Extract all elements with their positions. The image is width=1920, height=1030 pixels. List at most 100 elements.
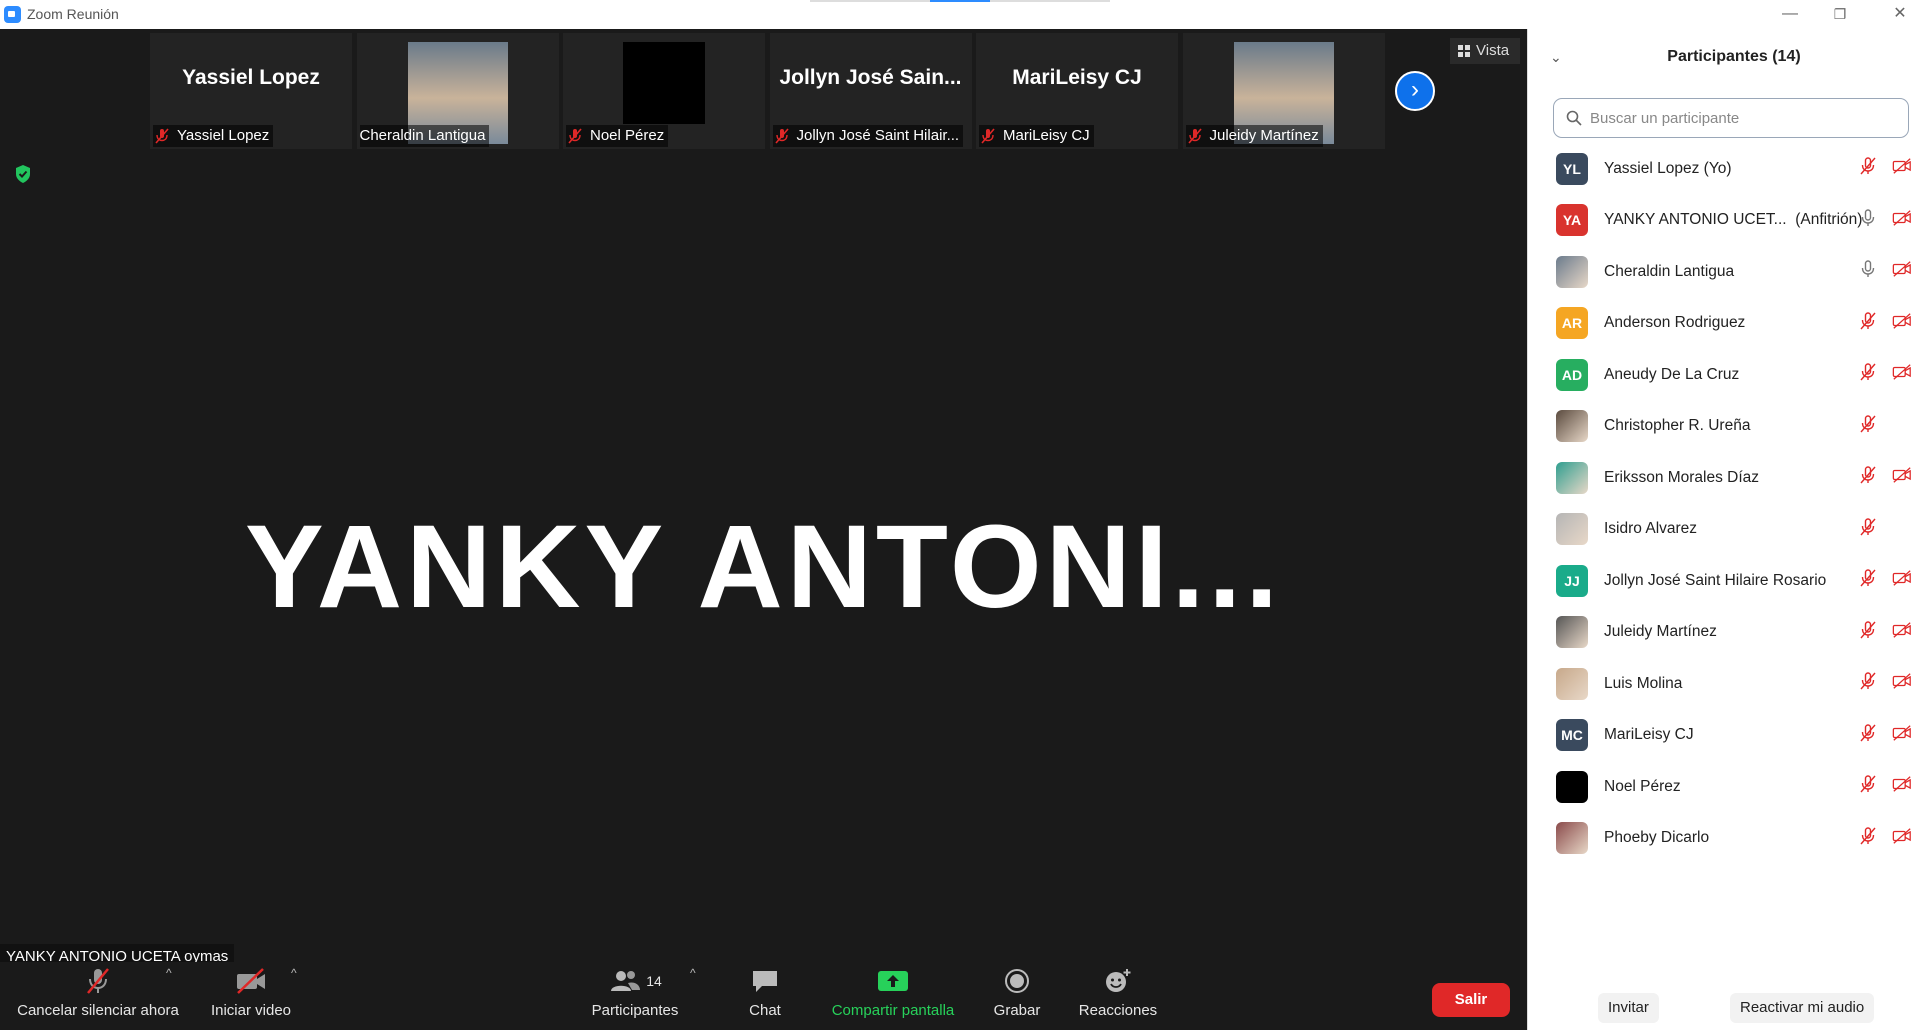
- share-screen-icon: [878, 971, 908, 991]
- participant-row[interactable]: YA YANKY ANTONIO UCET... (Anfitrión): [1528, 195, 1920, 247]
- participant-row[interactable]: Cheraldin Lantigua: [1528, 246, 1920, 298]
- leave-button[interactable]: Salir: [1432, 983, 1510, 1017]
- video-options-caret[interactable]: ^: [291, 966, 297, 980]
- minimize-button[interactable]: —: [1775, 4, 1805, 24]
- participant-name: Yassiel Lopez (Yo): [1604, 160, 1732, 178]
- participant-name: Phoeby Dicarlo: [1604, 829, 1709, 847]
- reactions-icon: [1106, 969, 1131, 992]
- participant-row[interactable]: Christopher R. Ureña: [1528, 401, 1920, 453]
- thumbnail-name: Juleidy Martínez: [1209, 127, 1319, 144]
- participant-row[interactable]: AD Aneudy De La Cruz: [1528, 349, 1920, 401]
- participant-name: Jollyn José Saint Hilaire Rosario: [1604, 572, 1826, 590]
- mic-muted-icon: [1187, 128, 1202, 144]
- unmute-button[interactable]: Cancelar silenciar ahora: [8, 962, 188, 1030]
- close-button[interactable]: ✕: [1885, 4, 1915, 24]
- participant-status-icons: [1858, 517, 1912, 542]
- participant-name-text: Jollyn José Saint Hilaire Rosario: [1604, 571, 1827, 589]
- restore-button[interactable]: ❐: [1825, 4, 1855, 24]
- meeting-toolbar: Cancelar silenciar ahora ^ Iniciar video…: [0, 962, 1527, 1030]
- grid-icon: [1458, 45, 1470, 57]
- participants-button[interactable]: 14 Participantes: [580, 962, 690, 1030]
- next-page-button[interactable]: ›: [1395, 71, 1435, 111]
- reactions-label: Reacciones: [1078, 1002, 1158, 1019]
- title-bar: Zoom Reunión — ❐ ✕: [0, 0, 1920, 29]
- thumbnail-name: MariLeisy CJ: [1003, 127, 1090, 144]
- avatar: YA: [1556, 204, 1588, 237]
- participant-name-text: Eriksson Morales Díaz: [1604, 468, 1760, 486]
- video-thumbnail[interactable]: Yassiel Lopez Yassiel Lopez: [150, 33, 352, 149]
- video-thumbnail[interactable]: MariLeisy CJ MariLeisy CJ: [976, 33, 1178, 149]
- video-off-icon: [1892, 568, 1912, 593]
- participant-name-text: MariLeisy CJ: [1604, 726, 1694, 744]
- start-video-button[interactable]: Iniciar video: [196, 962, 306, 1030]
- participant-row[interactable]: Luis Molina: [1528, 658, 1920, 710]
- video-thumbnail[interactable]: Noel Pérez: [563, 33, 765, 149]
- video-off-icon: [1892, 156, 1912, 181]
- participant-row[interactable]: Eriksson Morales Díaz: [1528, 452, 1920, 504]
- thumbnail-label: Juleidy Martínez: [1185, 125, 1323, 147]
- video-thumbnail[interactable]: Juleidy Martínez: [1182, 33, 1385, 149]
- view-button[interactable]: Vista: [1450, 38, 1520, 64]
- black-video: [623, 42, 705, 124]
- participant-name-text: Cheraldin Lantigua: [1604, 262, 1735, 280]
- avatar: JJ: [1556, 564, 1588, 597]
- participant-row[interactable]: Noel Pérez: [1528, 761, 1920, 813]
- record-label: Grabar: [993, 1002, 1041, 1019]
- mic-muted-icon: [1858, 362, 1878, 387]
- participant-name: MariLeisy CJ: [1604, 726, 1694, 744]
- participant-status-icons: [1858, 568, 1912, 593]
- video-off-icon: [1892, 311, 1912, 336]
- thumbnail-name: Cheraldin Lantigua: [359, 127, 486, 144]
- video-thumbnail[interactable]: Jollyn José Sain... Jollyn José Saint Hil…: [769, 33, 972, 149]
- mic-muted-icon: [1858, 774, 1878, 799]
- record-icon: [1005, 969, 1029, 993]
- participant-status-icons: [1858, 465, 1912, 490]
- participant-name-text: Noel Pérez: [1604, 777, 1681, 795]
- participant-row[interactable]: YL Yassiel Lopez (Yo): [1528, 143, 1920, 195]
- mic-muted-icon: [1858, 826, 1878, 851]
- participant-row[interactable]: Juleidy Martínez: [1528, 607, 1920, 659]
- mic-muted-icon: [1858, 568, 1878, 593]
- security-shield-icon[interactable]: [14, 164, 32, 184]
- mic-off-icon: [87, 968, 109, 994]
- mic-muted-icon: [774, 128, 789, 144]
- avatar: [1556, 410, 1588, 443]
- reactions-button[interactable]: Reacciones: [1068, 962, 1168, 1030]
- video-off-icon: [1892, 671, 1912, 696]
- participant-status-icons: [1858, 259, 1912, 284]
- chat-button[interactable]: Chat: [730, 962, 800, 1030]
- participants-options-caret[interactable]: ^: [690, 966, 696, 980]
- avatar: [1556, 616, 1588, 649]
- participant-row[interactable]: MC MariLeisy CJ: [1528, 710, 1920, 762]
- chat-icon: [753, 971, 777, 992]
- video-off-icon: [1892, 362, 1912, 387]
- avatar: [1556, 770, 1588, 803]
- participant-name-text: Isidro Alvarez: [1604, 520, 1698, 538]
- participant-name-text: Aneudy De La Cruz: [1604, 365, 1740, 383]
- video-thumbnail[interactable]: Cheraldin Lantigua: [356, 33, 559, 149]
- participants-label: Participantes: [591, 1002, 679, 1019]
- participant-status-icons: [1858, 620, 1912, 645]
- mic-muted-icon: [1858, 465, 1878, 490]
- participant-search-input[interactable]: Buscar un participante: [1553, 98, 1909, 138]
- share-screen-button[interactable]: Compartir pantalla: [818, 962, 968, 1030]
- video-off-icon: [237, 968, 265, 994]
- invite-button[interactable]: Invitar: [1598, 993, 1659, 1023]
- participant-name: Eriksson Morales Díaz: [1604, 469, 1759, 487]
- participant-name-text: Phoeby Dicarlo: [1604, 829, 1710, 847]
- participant-row[interactable]: Isidro Alvarez: [1528, 504, 1920, 556]
- participant-row[interactable]: Phoeby Dicarlo: [1528, 813, 1920, 865]
- thumbnail-label: Cheraldin Lantigua: [359, 125, 490, 147]
- thumbnail-name: Yassiel Lopez: [177, 127, 270, 144]
- participant-row[interactable]: AR Anderson Rodriguez: [1528, 298, 1920, 350]
- participant-name: Aneudy De La Cruz: [1604, 366, 1739, 384]
- video-off-icon: [1892, 259, 1912, 284]
- avatar: MC: [1556, 719, 1588, 752]
- reactivate-audio-button[interactable]: Reactivar mi audio: [1730, 993, 1875, 1023]
- mic-muted-icon: [568, 128, 582, 144]
- audio-options-caret[interactable]: ^: [166, 966, 172, 980]
- mic-muted-icon: [981, 128, 995, 144]
- record-button[interactable]: Grabar: [982, 962, 1052, 1030]
- participant-row[interactable]: JJ Jollyn José Saint Hilaire Rosario: [1528, 555, 1920, 607]
- participant-status-icons: [1858, 311, 1912, 336]
